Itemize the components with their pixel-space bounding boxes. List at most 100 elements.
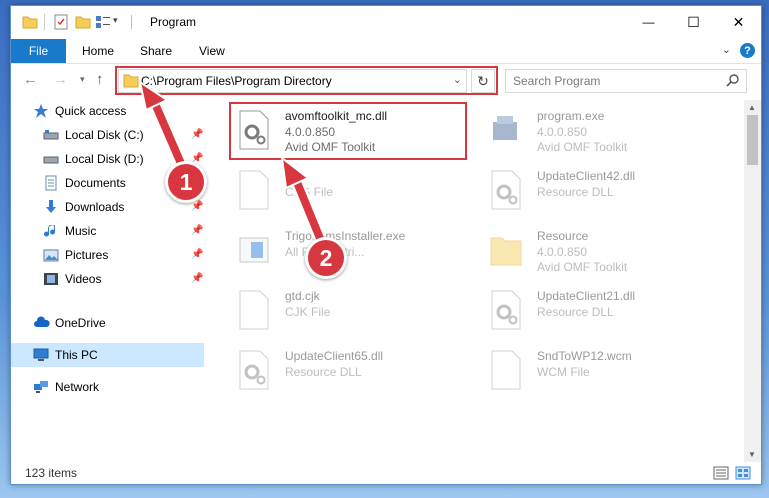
search-icon[interactable]	[726, 73, 740, 90]
sidebar-item-network[interactable]: Network	[11, 376, 204, 398]
file-version: 4.0.0.850	[537, 245, 588, 259]
dll-gear-icon	[489, 170, 523, 210]
file-item-updateclient65[interactable]: UpdateClient65.dll Resource DLL	[231, 344, 471, 402]
scroll-down-icon[interactable]: ▼	[748, 450, 756, 459]
pin-icon[interactable]: 📌	[191, 273, 203, 284]
search-input[interactable]: Search Program	[513, 74, 600, 88]
up-arrow-icon[interactable]: ↑	[96, 71, 104, 88]
exe-icon	[489, 110, 523, 150]
expand-ribbon-chevron-icon[interactable]: ⌄	[722, 43, 731, 56]
videos-icon	[43, 271, 59, 287]
file-item-gtd-cjk[interactable]: gtd.cjk CJK File	[231, 284, 471, 342]
large-icons-view-icon[interactable]	[735, 466, 751, 480]
separator	[44, 14, 45, 30]
sidebar-item-onedrive[interactable]: OneDrive	[11, 312, 204, 334]
file-item-cfg[interactable]: cfg CFG File	[231, 164, 471, 222]
sidebar-item-label: Local Disk (D:)	[65, 152, 144, 166]
step-2-badge: 2	[305, 237, 347, 279]
installer-icon	[237, 230, 271, 270]
file-item-updateclient42[interactable]: UpdateClient42.dll Resource DLL	[483, 164, 723, 222]
file-item-sndtowp12[interactable]: SndToWP12.wcm WCM File	[483, 344, 723, 402]
file-version: 4.0.0.850	[537, 125, 588, 139]
pin-icon[interactable]: 📌	[191, 225, 203, 236]
back-arrow-icon[interactable]: ←	[23, 71, 38, 88]
divider	[131, 15, 144, 29]
star-icon	[33, 103, 49, 119]
tab-file[interactable]: File	[11, 39, 66, 63]
drive-icon	[43, 151, 59, 167]
file-type: Resource DLL	[537, 185, 614, 199]
pictures-icon	[43, 247, 59, 263]
documents-icon	[43, 175, 59, 191]
file-icon	[237, 170, 271, 210]
forward-arrow-icon[interactable]: →	[53, 71, 68, 88]
address-highlight-box	[115, 66, 498, 95]
file-item-updateclient21[interactable]: UpdateClient21.dll Resource DLL	[483, 284, 723, 342]
pin-icon[interactable]: 📌	[191, 201, 203, 212]
cloud-icon	[33, 315, 50, 331]
dll-gear-icon	[489, 290, 523, 330]
title-bar: ▾ Program — ☐ ✕	[11, 6, 761, 39]
sidebar-item-label: This PC	[55, 348, 98, 362]
sidebar-item-label: Quick access	[55, 104, 127, 118]
tab-share[interactable]: Share	[140, 44, 172, 58]
file-item-resource-folder[interactable]: Resource 4.0.0.850 Avid OMF Toolkit	[483, 224, 723, 282]
sidebar-item-label: Music	[65, 224, 97, 238]
customize-toolbar-chevron-icon[interactable]: ▾	[113, 15, 129, 31]
pin-icon[interactable]: 📌	[191, 249, 203, 260]
download-icon	[43, 199, 59, 215]
window-title: Program	[150, 15, 197, 29]
sidebar-item-this-pc[interactable]: This PC	[11, 343, 204, 367]
sidebar-item-label: Videos	[65, 272, 102, 286]
folder-icon[interactable]	[22, 14, 38, 30]
vertical-scrollbar[interactable]: ▲ ▼	[744, 100, 761, 462]
file-type: Resource DLL	[537, 305, 614, 319]
status-bar: 123 items	[11, 462, 761, 484]
properties-icon[interactable]	[53, 14, 69, 30]
file-type: CFG File	[285, 185, 333, 199]
dll-gear-icon	[237, 350, 271, 390]
sidebar-item-music[interactable]: Music 📌	[11, 220, 204, 242]
maximize-button[interactable]: ☐	[671, 6, 716, 38]
sidebar-item-label: Local Disk (C:)	[65, 128, 144, 142]
sidebar-item-local-disk-c[interactable]: Local Disk (C:) 📌	[11, 124, 204, 146]
navigation-pane: Quick access Local Disk (C:) 📌 Local Dis…	[11, 100, 204, 462]
sidebar-item-quick-access[interactable]: Quick access	[11, 100, 204, 122]
file-name: UpdateClient21.dll	[537, 289, 636, 303]
pin-icon[interactable]: 📌	[191, 129, 203, 140]
file-name: UpdateClient42.dll	[537, 169, 636, 183]
details-view-icon[interactable]	[713, 466, 729, 480]
file-item-installer-exe[interactable]: TrigonomsInstaller.exe All Reader tri...	[231, 224, 471, 282]
sidebar-item-videos[interactable]: Videos 📌	[11, 268, 204, 290]
sidebar-item-label: OneDrive	[55, 316, 106, 330]
file-description: Avid OMF Toolkit	[537, 260, 628, 274]
file-name: gtd.cjk	[285, 289, 320, 303]
sidebar-item-pictures[interactable]: Pictures 📌	[11, 244, 204, 266]
tab-view[interactable]: View	[199, 44, 225, 58]
monitor-icon	[33, 347, 49, 363]
tab-home[interactable]: Home	[82, 44, 114, 58]
file-name: SndToWP12.wcm	[537, 349, 632, 363]
file-icon	[489, 350, 523, 390]
new-folder-icon[interactable]	[75, 14, 91, 30]
search-box[interactable]: Search Program	[505, 69, 747, 93]
explorer-window: ▾ Program — ☐ ✕ File Home Share View ⌄ ?…	[10, 5, 762, 485]
step-1-badge: 1	[165, 161, 207, 203]
view-options-icon[interactable]	[95, 14, 111, 30]
sidebar-item-label: Pictures	[65, 248, 109, 262]
minimize-button[interactable]: —	[626, 6, 671, 38]
file-type: Resource DLL	[285, 365, 362, 379]
item-count: 123 items	[25, 466, 78, 480]
file-item-program-exe[interactable]: program.exe 4.0.0.850 Avid OMF Toolkit	[483, 104, 723, 162]
help-icon[interactable]: ?	[740, 43, 755, 58]
drive-icon	[43, 127, 59, 143]
file-description: Avid OMF Toolkit	[537, 140, 628, 154]
recent-locations-chevron-icon[interactable]: ▾	[80, 74, 85, 85]
file-name: program.exe	[537, 109, 605, 123]
scroll-up-icon[interactable]: ▲	[748, 103, 756, 112]
close-button[interactable]: ✕	[716, 6, 761, 38]
file-name: TrigonomsInstaller.exe	[285, 229, 406, 243]
scrollbar-thumb[interactable]	[747, 115, 758, 165]
sidebar-item-label: Network	[55, 380, 100, 394]
file-icon	[237, 290, 271, 330]
